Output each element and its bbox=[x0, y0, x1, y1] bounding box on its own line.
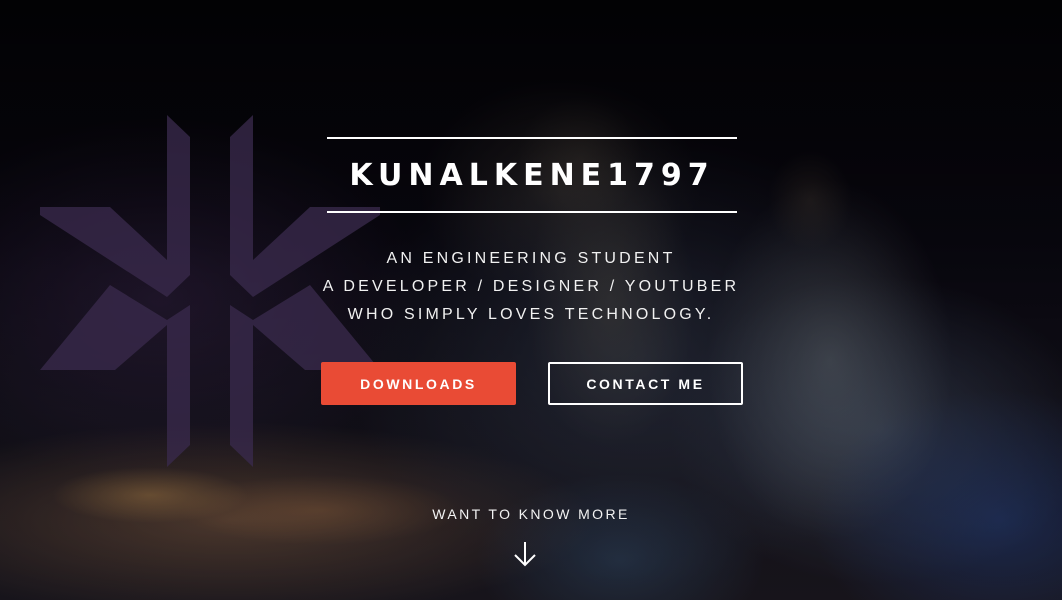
hero-section: KUNALKENE1797 AN ENGINEERING STUDENT A D… bbox=[0, 0, 1062, 600]
arrow-down-icon[interactable] bbox=[512, 540, 538, 568]
hero-tagline: AN ENGINEERING STUDENT A DEVELOPER / DES… bbox=[0, 245, 1062, 329]
tagline-line-1: AN ENGINEERING STUDENT bbox=[386, 250, 676, 267]
title-frame: KUNALKENE1797 bbox=[327, 137, 737, 213]
page-title: KUNALKENE1797 bbox=[349, 157, 715, 193]
want-to-know-more-text[interactable]: WANT TO KNOW MORE bbox=[0, 506, 1062, 522]
downloads-button[interactable]: DOWNLOADS bbox=[321, 362, 516, 405]
tagline-line-2: A DEVELOPER / DESIGNER / YOUTUBER bbox=[322, 278, 740, 295]
contact-me-button[interactable]: CONTACT ME bbox=[548, 362, 743, 405]
tagline-line-3: WHO SIMPLY LOVES TECHNOLOGY. bbox=[347, 306, 715, 323]
